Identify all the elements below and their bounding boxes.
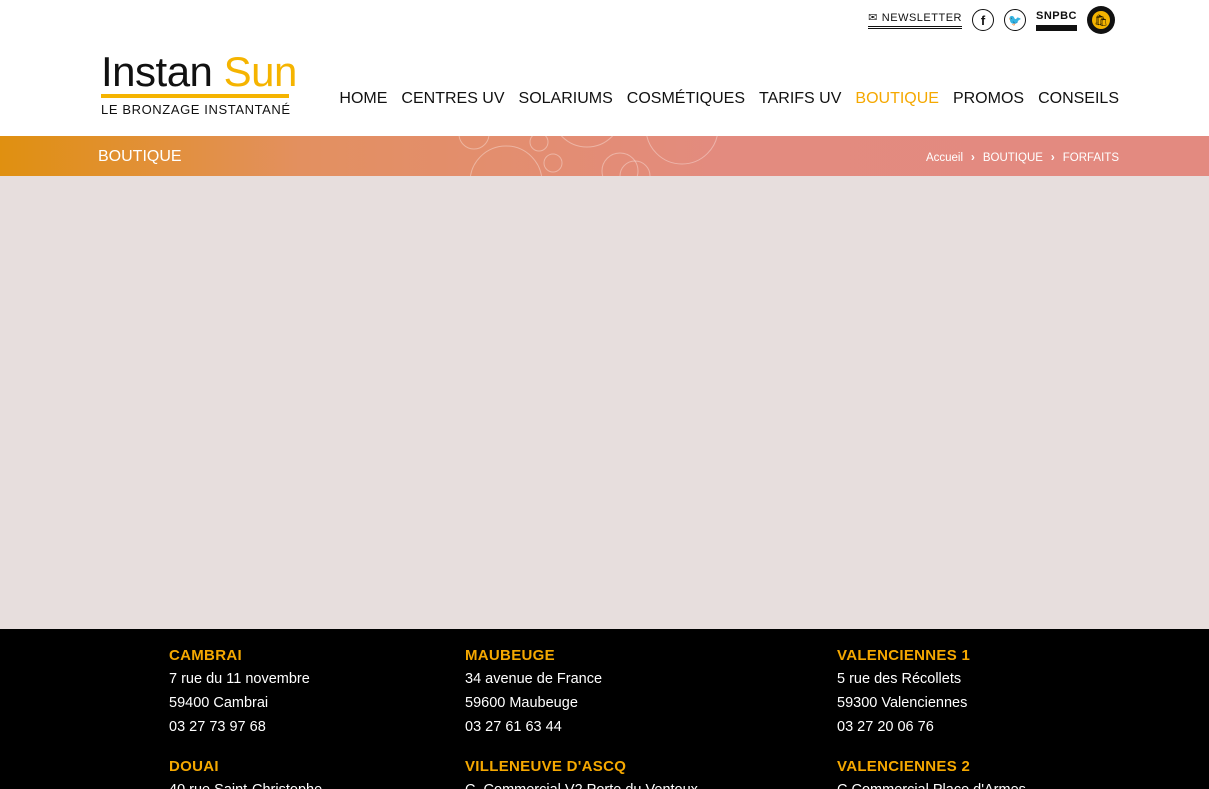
footer: CAMBRAI 7 rue du 11 novembre 59400 Cambr…	[0, 629, 1209, 789]
location-address: 5 rue des Récollets	[837, 671, 962, 687]
location-phone[interactable]: 03 27 73 97 68	[169, 715, 310, 739]
nav-conseils[interactable]: CONSEILS	[1038, 90, 1119, 108]
main-content	[0, 176, 1209, 629]
location-name: DOUAI	[169, 758, 219, 775]
location-phone[interactable]: 03 27 61 63 44	[465, 715, 602, 739]
logo-tagline: LE BRONZAGE INSTANTANÉ	[101, 102, 291, 117]
location-douai: DOUAI 40 rue Saint-Christophe	[169, 756, 322, 789]
location-name: CAMBRAI	[169, 647, 242, 664]
location-address: C.Commercial Place d'Armes	[837, 778, 1026, 789]
chevron-right-icon: ›	[1050, 152, 1055, 164]
location-city: 59600 Maubeuge	[465, 695, 578, 711]
logo[interactable]: Instan Sun LE BRONZAGE INSTANTANÉ	[101, 51, 297, 117]
location-cambrai: CAMBRAI 7 rue du 11 novembre 59400 Cambr…	[169, 645, 310, 739]
nav-home[interactable]: HOME	[339, 90, 387, 108]
shopping-bag-icon: 🛍	[1092, 11, 1110, 29]
location-valenciennes-2: VALENCIENNES 2 C.Commercial Place d'Arme…	[837, 756, 1026, 789]
snpbc-link[interactable]: SNPBC	[1035, 10, 1077, 31]
nav-boutique[interactable]: BOUTIQUE	[855, 90, 939, 108]
location-address: C. Commercial V2 Porte du Ventoux	[465, 778, 698, 789]
location-valenciennes-1: VALENCIENNES 1 5 rue des Récollets 59300…	[837, 645, 970, 739]
location-city: 59300 Valenciennes	[837, 695, 968, 711]
location-city: 59400 Cambrai	[169, 695, 269, 711]
location-address: 40 rue Saint-Christophe	[169, 778, 322, 789]
breadcrumb-boutique[interactable]: BOUTIQUE	[983, 152, 1043, 164]
breadcrumb-forfaits: FORFAITS	[1062, 152, 1119, 164]
logo-name: Instan	[101, 48, 224, 95]
location-name: VILLENEUVE D'ASCQ	[465, 758, 627, 775]
logo-name-accent: Sun	[223, 48, 298, 95]
location-maubeuge: MAUBEUGE 34 avenue de France 59600 Maube…	[465, 645, 602, 739]
location-phone[interactable]: 03 27 20 06 76	[837, 715, 970, 739]
breadcrumb-accueil[interactable]: Accueil	[926, 152, 963, 164]
chevron-right-icon: ›	[971, 152, 975, 164]
cart-button[interactable]: 🛍	[1087, 6, 1115, 34]
twitter-icon[interactable]: 🐦	[1003, 9, 1026, 31]
newsletter-link[interactable]: ✉ NEWSLETTER	[868, 11, 962, 29]
location-address: 7 rue du 11 novembre	[169, 671, 310, 687]
location-name: VALENCIENNES 2	[837, 758, 971, 775]
location-name: MAUBEUGE	[465, 647, 555, 664]
nav-cosmetiques[interactable]: COSMÉTIQUES	[627, 90, 745, 108]
location-address: 34 avenue de France	[465, 671, 603, 687]
page-title: BOUTIQUE	[98, 148, 182, 165]
nav-tarifs-uv[interactable]: TARIFS UV	[759, 90, 841, 108]
location-villeneuve-dascq: VILLENEUVE D'ASCQ C. Commercial V2 Porte…	[465, 756, 698, 789]
location-name: VALENCIENNES 1	[837, 647, 971, 664]
nav-centres-uv[interactable]: CENTRES UV	[401, 90, 504, 108]
envelope-icon: ✉	[868, 12, 878, 24]
nav-solariums[interactable]: SOLARIUMS	[519, 90, 613, 108]
main-nav: HOME CENTRES UV SOLARIUMS COSMÉTIQUES TA…	[339, 90, 1119, 108]
nav-promos[interactable]: PROMOS	[953, 90, 1024, 108]
top-bar: ✉ NEWSLETTER f 🐦 SNPBC 🛍	[868, 6, 1115, 34]
page-banner: BOUTIQUE Accueil › BOUTIQUE › FORFAITS	[0, 136, 1209, 176]
breadcrumb: Accueil › BOUTIQUE › FORFAITS	[926, 152, 1119, 164]
facebook-icon[interactable]: f	[971, 9, 994, 31]
